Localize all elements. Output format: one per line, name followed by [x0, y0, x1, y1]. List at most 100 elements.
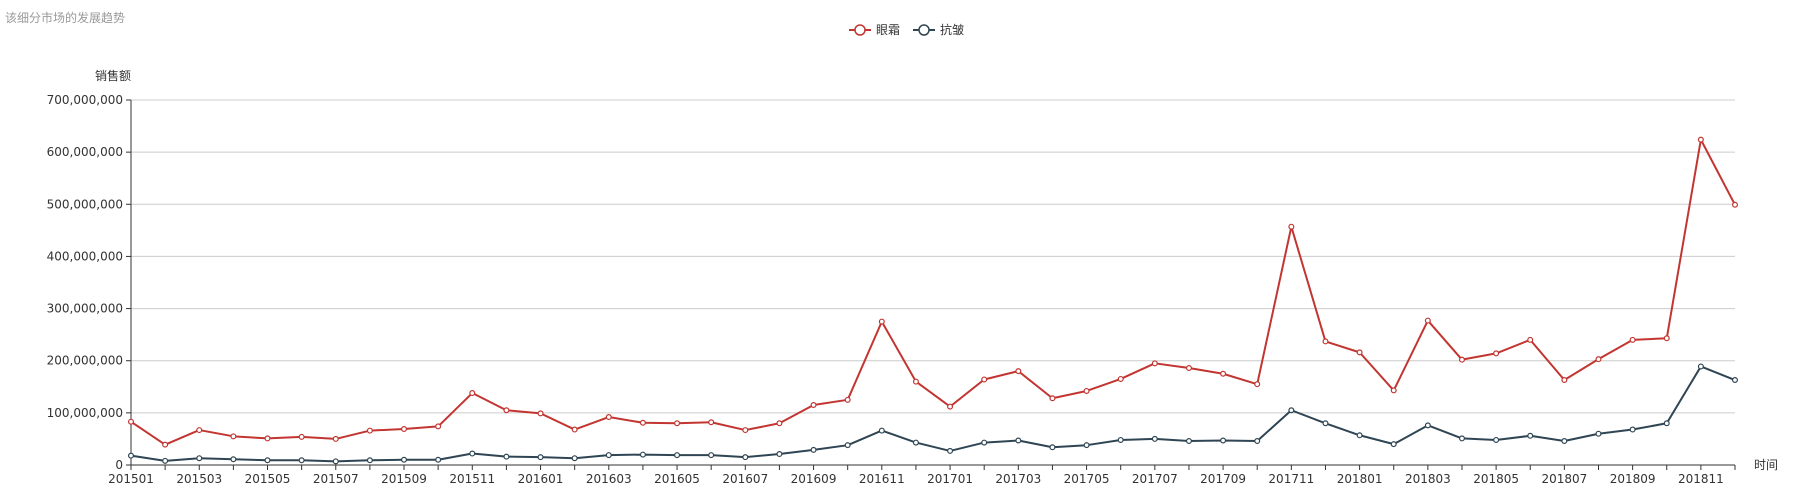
data-point[interactable]: [639, 419, 646, 426]
data-point[interactable]: [1288, 223, 1295, 230]
data-point[interactable]: [674, 420, 681, 427]
data-point[interactable]: [196, 427, 203, 434]
data-point[interactable]: [742, 427, 749, 434]
data-point[interactable]: [1390, 441, 1397, 448]
data-point[interactable]: [981, 439, 988, 446]
data-point[interactable]: [1356, 349, 1363, 356]
data-point[interactable]: [810, 446, 817, 453]
data-point[interactable]: [776, 451, 783, 458]
data-point[interactable]: [947, 447, 954, 454]
data-point[interactable]: [1220, 370, 1227, 377]
data-point[interactable]: [1254, 381, 1261, 388]
data-point[interactable]: [469, 450, 476, 457]
data-point[interactable]: [1663, 420, 1670, 427]
legend[interactable]: 眼霜 抗皱: [849, 22, 964, 37]
data-point[interactable]: [435, 456, 442, 463]
data-point[interactable]: [366, 457, 373, 464]
data-point[interactable]: [708, 419, 715, 426]
data-point[interactable]: [230, 433, 237, 440]
data-point[interactable]: [776, 420, 783, 427]
data-point[interactable]: [298, 457, 305, 464]
x-tick-label: 201607: [722, 472, 768, 486]
data-point[interactable]: [878, 427, 885, 434]
data-point[interactable]: [1151, 360, 1158, 367]
data-point[interactable]: [162, 441, 169, 448]
data-point[interactable]: [1049, 444, 1056, 451]
data-point[interactable]: [332, 435, 339, 442]
data-point[interactable]: [332, 458, 339, 465]
data-point[interactable]: [1458, 356, 1465, 363]
data-point[interactable]: [1424, 317, 1431, 324]
data-point[interactable]: [1527, 432, 1534, 439]
data-point[interactable]: [1322, 338, 1329, 345]
data-point[interactable]: [196, 455, 203, 462]
data-point[interactable]: [1254, 438, 1261, 445]
data-point[interactable]: [605, 452, 612, 459]
data-point[interactable]: [537, 410, 544, 417]
data-point[interactable]: [1356, 432, 1363, 439]
data-point[interactable]: [1083, 442, 1090, 449]
data-point[interactable]: [1629, 336, 1636, 343]
data-point[interactable]: [912, 439, 919, 446]
data-point[interactable]: [1220, 437, 1227, 444]
data-point[interactable]: [1424, 422, 1431, 429]
data-point[interactable]: [128, 418, 135, 425]
data-point[interactable]: [571, 426, 578, 433]
data-point[interactable]: [1151, 435, 1158, 442]
data-point[interactable]: [435, 423, 442, 430]
legend-item-1[interactable]: 眼霜: [849, 23, 900, 37]
data-point[interactable]: [1322, 420, 1329, 427]
data-point[interactable]: [1731, 377, 1738, 384]
data-point[interactable]: [1595, 430, 1602, 437]
data-point[interactable]: [162, 457, 169, 464]
data-point[interactable]: [674, 452, 681, 459]
data-point[interactable]: [810, 402, 817, 409]
data-point[interactable]: [708, 452, 715, 459]
data-point[interactable]: [1117, 436, 1124, 443]
data-point[interactable]: [401, 456, 408, 463]
data-point[interactable]: [503, 407, 510, 414]
data-point[interactable]: [1185, 365, 1192, 372]
data-point[interactable]: [503, 453, 510, 460]
data-point[interactable]: [947, 403, 954, 410]
data-point[interactable]: [742, 454, 749, 461]
legend-item-2[interactable]: 抗皱: [913, 22, 964, 37]
data-point[interactable]: [401, 426, 408, 433]
data-point[interactable]: [1697, 363, 1704, 370]
data-point[interactable]: [1527, 336, 1534, 343]
data-point[interactable]: [1561, 377, 1568, 384]
data-point[interactable]: [844, 442, 851, 449]
data-point[interactable]: [1083, 387, 1090, 394]
data-point[interactable]: [571, 455, 578, 462]
data-point[interactable]: [1015, 437, 1022, 444]
data-point[interactable]: [1663, 335, 1670, 342]
data-point[interactable]: [1493, 436, 1500, 443]
data-point[interactable]: [1561, 438, 1568, 445]
data-point[interactable]: [264, 457, 271, 464]
data-point[interactable]: [1731, 201, 1738, 208]
data-point[interactable]: [912, 378, 919, 385]
data-point[interactable]: [1390, 387, 1397, 394]
data-point[interactable]: [1697, 136, 1704, 143]
data-point[interactable]: [878, 318, 885, 325]
data-point[interactable]: [264, 435, 271, 442]
data-point[interactable]: [1493, 350, 1500, 357]
data-point[interactable]: [366, 427, 373, 434]
data-point[interactable]: [298, 433, 305, 440]
data-point[interactable]: [230, 456, 237, 463]
data-point[interactable]: [1595, 356, 1602, 363]
data-point[interactable]: [537, 454, 544, 461]
data-point[interactable]: [1015, 368, 1022, 375]
data-point[interactable]: [1458, 435, 1465, 442]
data-point[interactable]: [844, 396, 851, 403]
data-point[interactable]: [1117, 375, 1124, 382]
data-point[interactable]: [469, 390, 476, 397]
data-point[interactable]: [1049, 395, 1056, 402]
data-point[interactable]: [1629, 426, 1636, 433]
data-point[interactable]: [1185, 438, 1192, 445]
data-point[interactable]: [981, 376, 988, 383]
data-point[interactable]: [605, 414, 612, 421]
data-point[interactable]: [128, 452, 135, 459]
data-point[interactable]: [1288, 407, 1295, 414]
data-point[interactable]: [639, 451, 646, 458]
